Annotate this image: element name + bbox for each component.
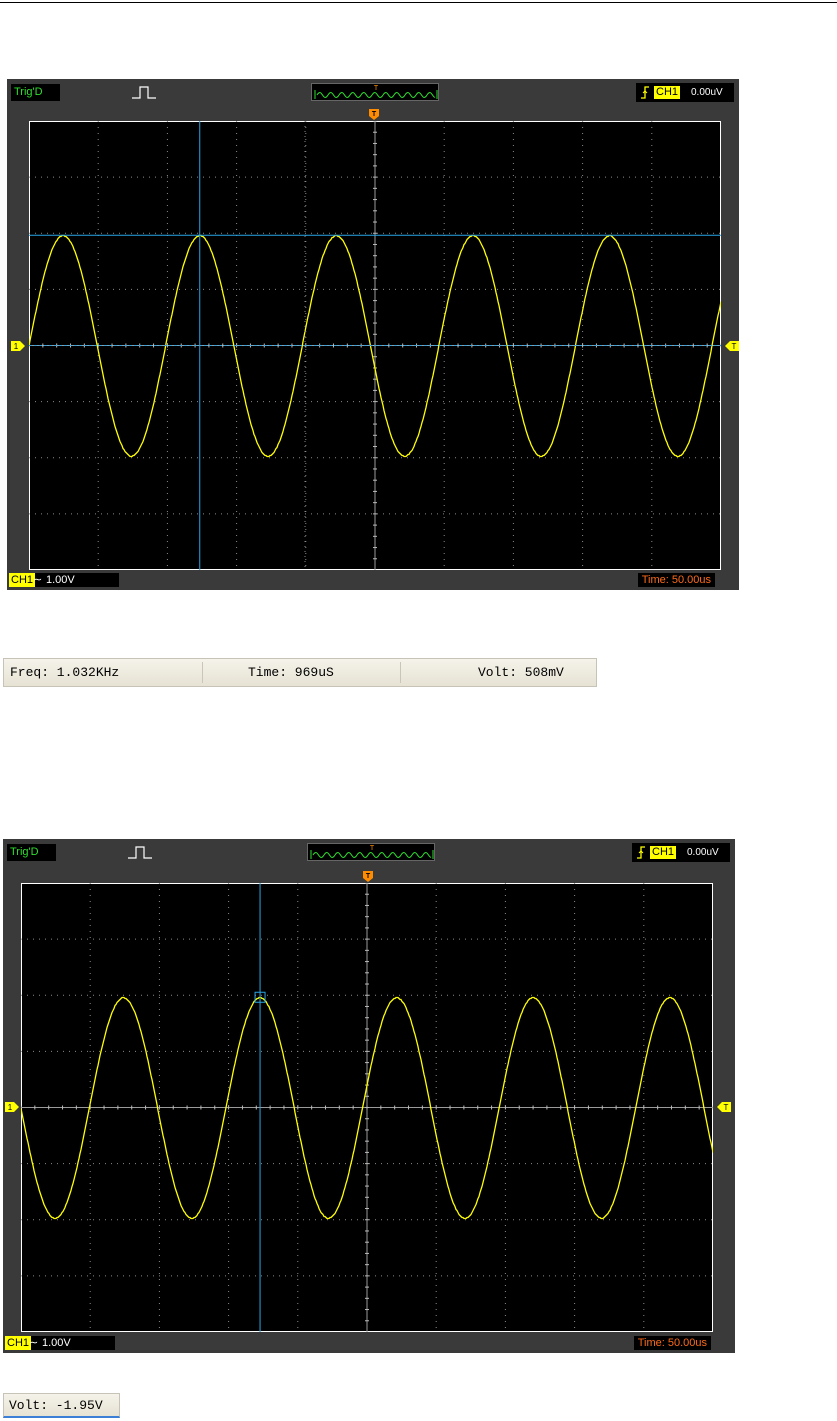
voltage-readout: Volt: -1.95V — [9, 1398, 103, 1413]
trigger-level-marker[interactable]: T — [717, 1102, 731, 1112]
trigger-level-value: 0.00uV — [691, 87, 723, 98]
voltage-readout: Volt: 508mV — [478, 665, 564, 680]
trigger-info[interactable]: CH1 0.00uV — [632, 843, 730, 862]
svg-text:T: T — [372, 111, 377, 118]
trigger-info[interactable]: CH1 0.00uV — [636, 83, 734, 102]
trigger-status-label: Trig'D — [7, 844, 56, 861]
trigger-status-label: Trig'D — [11, 84, 60, 101]
divider — [202, 662, 203, 683]
volts-per-div: 1.00V — [42, 1337, 71, 1349]
svg-text:T: T — [724, 1103, 729, 1112]
trigger-level-marker[interactable]: T — [725, 341, 739, 351]
trigger-source-tag: CH1 — [650, 846, 677, 859]
mini-waveform-trace — [316, 91, 436, 99]
time-per-div[interactable]: Time: 50.00us — [633, 1336, 711, 1350]
volts-per-div: 1.00V — [46, 574, 75, 586]
ac-coupling-icon: ∼ — [33, 574, 43, 586]
trigger-source-tag: CH1 — [654, 86, 681, 99]
pulse-icon — [132, 86, 156, 99]
rising-edge-icon — [637, 846, 645, 859]
frequency-readout: Freq: 1.032KHz — [10, 665, 120, 680]
page-top-rule — [0, 2, 837, 3]
oscilloscope-window-2: Trig'D T CH1 0.00uV T 1 T CH1 ∼ 1.00V Ti… — [3, 839, 735, 1353]
track-measurement-bar: Volt: -1.95V — [3, 1393, 120, 1418]
trigger-position-marker[interactable]: T — [369, 109, 379, 120]
waveform-position-indicator[interactable]: T — [307, 843, 435, 861]
svg-text:T: T — [366, 873, 371, 880]
trigger-level-value: 0.00uV — [687, 847, 719, 858]
scope-top-bar: Trig'D T CH1 0.00uV — [3, 839, 735, 866]
waveform-display[interactable] — [29, 121, 721, 570]
channel-tag: CH1 — [9, 573, 36, 587]
time-readout: Time: 969uS — [248, 665, 334, 680]
rising-edge-icon — [641, 86, 649, 99]
channel1-ground-marker[interactable]: 1 — [11, 341, 25, 351]
pulse-icon — [128, 846, 152, 859]
channel-scale[interactable]: CH1 ∼ 1.00V — [5, 1336, 115, 1350]
trigger-position-marker[interactable]: T — [363, 871, 373, 882]
mini-waveform: T — [314, 85, 438, 99]
scope-top-bar: Trig'D T CH1 0.00uV — [7, 79, 739, 106]
waveform-display[interactable] — [21, 883, 713, 1332]
mini-waveform-trace — [312, 851, 432, 859]
mini-trigger-marker: T — [374, 85, 379, 92]
scope-bottom-bar: CH1 ∼ 1.00V Time: 50.00us — [7, 570, 739, 590]
divider — [400, 662, 401, 683]
svg-text:1: 1 — [8, 1103, 13, 1112]
svg-text:T: T — [732, 342, 737, 351]
channel-scale[interactable]: CH1 ∼ 1.00V — [9, 573, 119, 587]
mini-waveform: T — [310, 845, 434, 859]
mini-trigger-marker: T — [370, 845, 375, 852]
ac-coupling-icon: ∼ — [29, 1337, 39, 1349]
graticule — [29, 121, 721, 570]
graticule — [21, 883, 713, 1332]
channel-tag: CH1 — [5, 1336, 32, 1350]
channel1-ground-marker[interactable]: 1 — [5, 1102, 19, 1112]
cursor-measurement-bar: Freq: 1.032KHz Time: 969uS Volt: 508mV — [3, 658, 597, 687]
oscilloscope-window-1: Trig'D T CH1 0.00uV T 1 T CH1 ∼ 1.00V Ti… — [7, 79, 739, 590]
svg-text:1: 1 — [14, 342, 19, 351]
scope-bottom-bar: CH1 ∼ 1.00V Time: 50.00us — [3, 1333, 735, 1353]
waveform-position-indicator[interactable]: T — [311, 83, 439, 101]
time-per-div[interactable]: Time: 50.00us — [637, 573, 715, 587]
